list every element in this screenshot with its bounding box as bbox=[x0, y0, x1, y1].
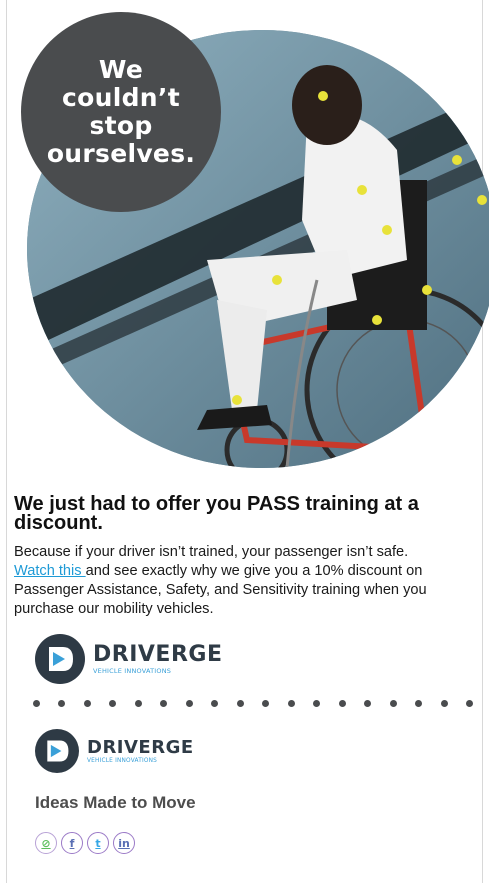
linkedin-icon[interactable]: in bbox=[113, 832, 135, 854]
bubble-text: We couldn’t stop ourselves. bbox=[46, 55, 196, 168]
link-icon[interactable]: ⊘ bbox=[35, 832, 57, 854]
body-intro: Because if your driver isn’t trained, yo… bbox=[14, 544, 409, 560]
footer-tagline: Ideas Made to Move bbox=[35, 793, 196, 812]
logo-subtitle: VEHICLE INNOVATIONS bbox=[87, 758, 158, 764]
driverge-logo-top[interactable]: DRIVERGE VEHICLE INNOVATIONS bbox=[35, 634, 222, 684]
logo-wordmark: DRIVERGE bbox=[87, 737, 194, 758]
headline-bubble: We couldn’t stop ourselves. bbox=[21, 12, 221, 212]
body-copy: Because if your driver isn’t trained, yo… bbox=[14, 543, 479, 619]
dotted-divider bbox=[33, 700, 473, 707]
watch-this-link[interactable]: Watch this bbox=[14, 563, 86, 579]
driverge-logo-icon bbox=[35, 634, 85, 684]
section-headline: We just had to offer you PASS training a… bbox=[14, 493, 419, 534]
facebook-icon[interactable]: f bbox=[61, 832, 83, 854]
social-links: ⊘ f t in bbox=[35, 832, 135, 854]
logo-wordmark: DRIVERGE bbox=[93, 642, 223, 667]
driverge-logo-footer[interactable]: DRIVERGE VEHICLE INNOVATIONS bbox=[35, 729, 194, 773]
twitter-icon[interactable]: t bbox=[87, 832, 109, 854]
logo-subtitle: VEHICLE INNOVATIONS bbox=[93, 667, 172, 675]
driverge-logo-icon bbox=[35, 729, 79, 773]
